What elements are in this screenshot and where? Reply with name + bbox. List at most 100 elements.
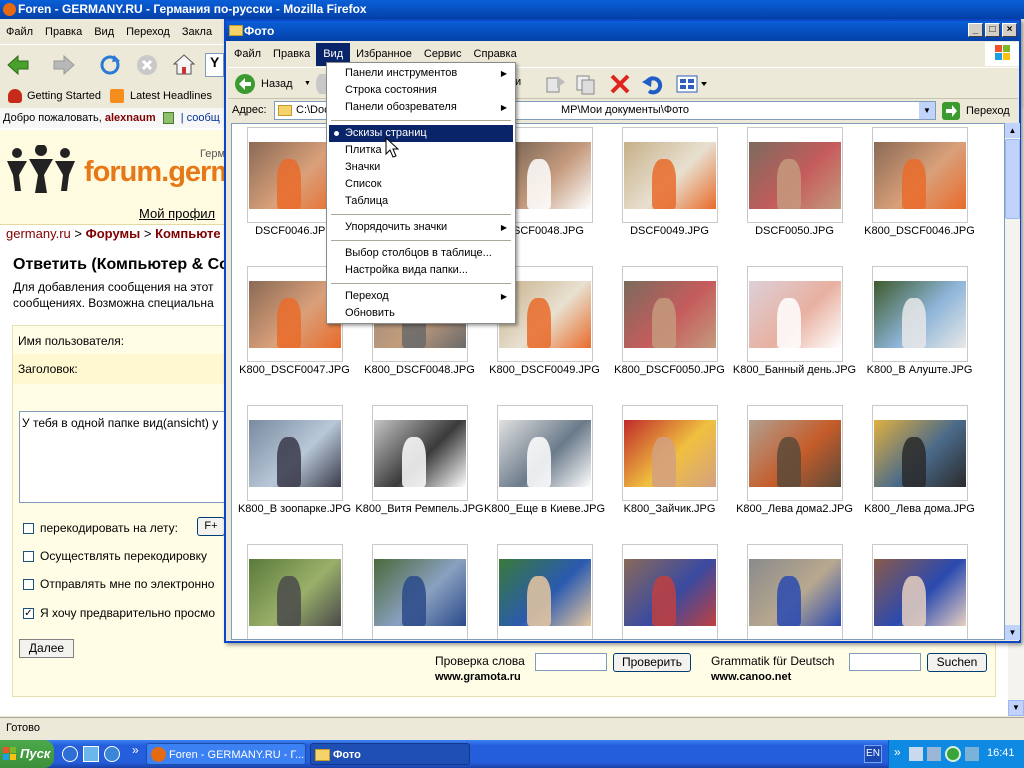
breadcrumb-category[interactable]: Компьюте — [155, 226, 221, 241]
menu-customize-folder[interactable]: Настройка вида папки... — [329, 262, 513, 279]
menu-tiles[interactable]: Плитка — [329, 142, 513, 159]
ff-menu-edit[interactable]: Правка — [39, 21, 88, 43]
menu-list[interactable]: Список — [329, 176, 513, 193]
email-checkbox[interactable] — [23, 579, 34, 591]
recode-checkbox[interactable] — [23, 523, 34, 535]
globe-icon[interactable] — [945, 746, 961, 762]
welcome-link[interactable]: | сообщ — [181, 112, 220, 124]
move-to-icon[interactable] — [543, 72, 567, 96]
my-profile-link[interactable]: Мой профил — [139, 206, 215, 221]
forward-icon[interactable] — [52, 53, 76, 77]
ff-menu-file[interactable]: Файл — [0, 21, 39, 43]
thumbnail-item[interactable]: K800_Лева дома.JPG — [857, 402, 982, 532]
grammatik-input[interactable] — [849, 653, 921, 671]
menu-status-bar[interactable]: Строка состояния — [329, 82, 513, 99]
explorer-titlebar[interactable]: Фото _ □ × — [226, 21, 1019, 41]
reload-icon[interactable] — [98, 53, 122, 77]
option-recode[interactable]: перекодировать на лету: — [23, 521, 178, 535]
message-textarea[interactable]: У тебя в одной папке вид(ansicht) у — [19, 411, 225, 503]
menu-toolbars[interactable]: Панели инструментов ▶ — [329, 65, 513, 82]
thumbnail-item[interactable] — [607, 541, 732, 639]
ex-scroll-down-arrow[interactable]: ▼ — [1005, 625, 1020, 640]
language-indicator[interactable]: EN — [864, 745, 882, 763]
menu-details[interactable]: Таблица — [329, 193, 513, 210]
option-transcode[interactable]: Осуществлять перекодировку — [23, 549, 207, 563]
thumbnail-item[interactable]: K800_В Алуште.JPG — [857, 263, 982, 393]
menu-go-to[interactable]: Переход ▶ — [329, 288, 513, 305]
menu-choose-details[interactable]: Выбор столбцов в таблице... — [329, 245, 513, 262]
ff-menu-go[interactable]: Переход — [120, 21, 176, 43]
thumbnail-item[interactable] — [482, 541, 607, 639]
minimize-button[interactable]: _ — [968, 23, 983, 37]
thumbnail-item[interactable]: K800_Банный день.JPG — [732, 263, 857, 393]
ie-quicklaunch-icon[interactable] — [62, 746, 78, 762]
ff-menu-view[interactable]: Вид — [88, 21, 120, 43]
thumbnail-item[interactable]: K800_DSCF0050.JPG — [607, 263, 732, 393]
canoo-link[interactable]: www.canoo.net — [711, 671, 791, 683]
transcode-checkbox[interactable] — [23, 551, 34, 563]
url-bar-partial[interactable]: Y — [205, 53, 224, 77]
menu-refresh[interactable]: Обновить — [329, 305, 513, 322]
thumbnail-item[interactable]: DSCF0049.JPG — [607, 124, 732, 254]
ex-menu-file[interactable]: Файл — [228, 44, 267, 65]
check-word-input[interactable] — [535, 653, 607, 671]
menu-explorer-bar[interactable]: Панели обозревателя ▶ — [329, 99, 513, 116]
explorer-back-button[interactable]: Назад ▼ — [234, 71, 314, 97]
ex-scroll-thumb[interactable] — [1005, 139, 1020, 219]
menu-icons[interactable]: Значки — [329, 159, 513, 176]
bookmark-getting-started[interactable]: Getting Started — [27, 85, 101, 107]
ff-menu-bookmarks[interactable]: Закла — [176, 21, 218, 43]
thumbnail-item[interactable]: K800_DSCF0046.JPG — [857, 124, 982, 254]
close-button[interactable]: × — [1002, 23, 1017, 37]
desktop-quicklaunch-icon[interactable] — [83, 746, 99, 762]
option-preview[interactable]: ✓ Я хочу предварительно просмо — [23, 606, 215, 620]
maximize-button[interactable]: □ — [985, 23, 1000, 37]
quicklaunch-chevron[interactable]: » — [132, 743, 139, 757]
copy-to-icon[interactable] — [574, 72, 598, 96]
next-button[interactable]: Далее — [19, 639, 74, 658]
thumbnail-item[interactable] — [357, 541, 482, 639]
thumbnail-item[interactable] — [857, 541, 982, 639]
gramota-link[interactable]: www.gramota.ru — [435, 671, 521, 683]
forward-button-partial[interactable] — [316, 74, 326, 94]
task-firefox[interactable]: Foren - GERMANY.RU - Г... — [146, 743, 306, 765]
undo-icon[interactable] — [640, 72, 664, 96]
home-icon[interactable] — [172, 53, 196, 77]
scroll-down-arrow[interactable]: ▼ — [1008, 700, 1024, 716]
menu-thumbnails[interactable]: Эскизы страниц — [329, 125, 513, 142]
breadcrumb-forums[interactable]: Форумы — [86, 226, 141, 241]
task-explorer[interactable]: Фото — [310, 743, 470, 765]
breadcrumb-home[interactable]: germany.ru — [6, 226, 71, 241]
tray-chevron[interactable]: » — [894, 745, 901, 759]
thumbnail-item[interactable]: K800_Еще в Киеве.JPG — [482, 402, 607, 532]
address-dropdown-icon[interactable]: ▼ — [919, 102, 935, 119]
views-icon[interactable] — [675, 72, 711, 96]
thumbnail-item[interactable]: K800_В зоопарке.JPG — [232, 402, 357, 532]
check-word-button[interactable]: Проверить — [613, 653, 691, 672]
explorer-scrollbar[interactable]: ▲ ▼ — [1005, 123, 1020, 640]
back-icon[interactable] — [6, 53, 30, 77]
bookmark-latest-headlines[interactable]: Latest Headlines — [130, 85, 212, 107]
ex-scroll-up-arrow[interactable]: ▲ — [1005, 123, 1020, 138]
ex-menu-edit[interactable]: Правка — [267, 44, 316, 65]
thumbnail-item[interactable]: K800_Лева дома2.JPG — [732, 402, 857, 532]
delete-icon[interactable] — [608, 72, 632, 96]
option-email[interactable]: Отправлять мне по электронно — [23, 577, 214, 591]
thumbnail-item[interactable] — [732, 541, 857, 639]
grammatik-button[interactable]: Suchen — [927, 653, 987, 672]
menu-arrange-icons[interactable]: Упорядочить значки ▶ — [329, 219, 513, 236]
network-icon[interactable] — [909, 747, 923, 761]
media-quicklaunch-icon[interactable] — [104, 746, 120, 762]
recode-button[interactable]: F+ — [197, 517, 225, 536]
thumbnail-item[interactable] — [232, 541, 357, 639]
stop-icon[interactable] — [135, 53, 159, 77]
username-link[interactable]: alexnaum — [105, 112, 156, 124]
thumbnail-item[interactable]: K800_Зайчик.JPG — [607, 402, 732, 532]
go-button[interactable]: Переход — [942, 101, 1018, 121]
thumbnail-item[interactable]: K800_Витя Ремпель.JPG — [355, 402, 484, 532]
monitor-icon[interactable] — [927, 747, 941, 761]
start-button[interactable]: Пуск — [0, 740, 54, 768]
thumbnail-item[interactable]: DSCF0050.JPG — [732, 124, 857, 254]
preview-checkbox[interactable]: ✓ — [23, 608, 34, 620]
volume-icon[interactable] — [965, 747, 979, 761]
